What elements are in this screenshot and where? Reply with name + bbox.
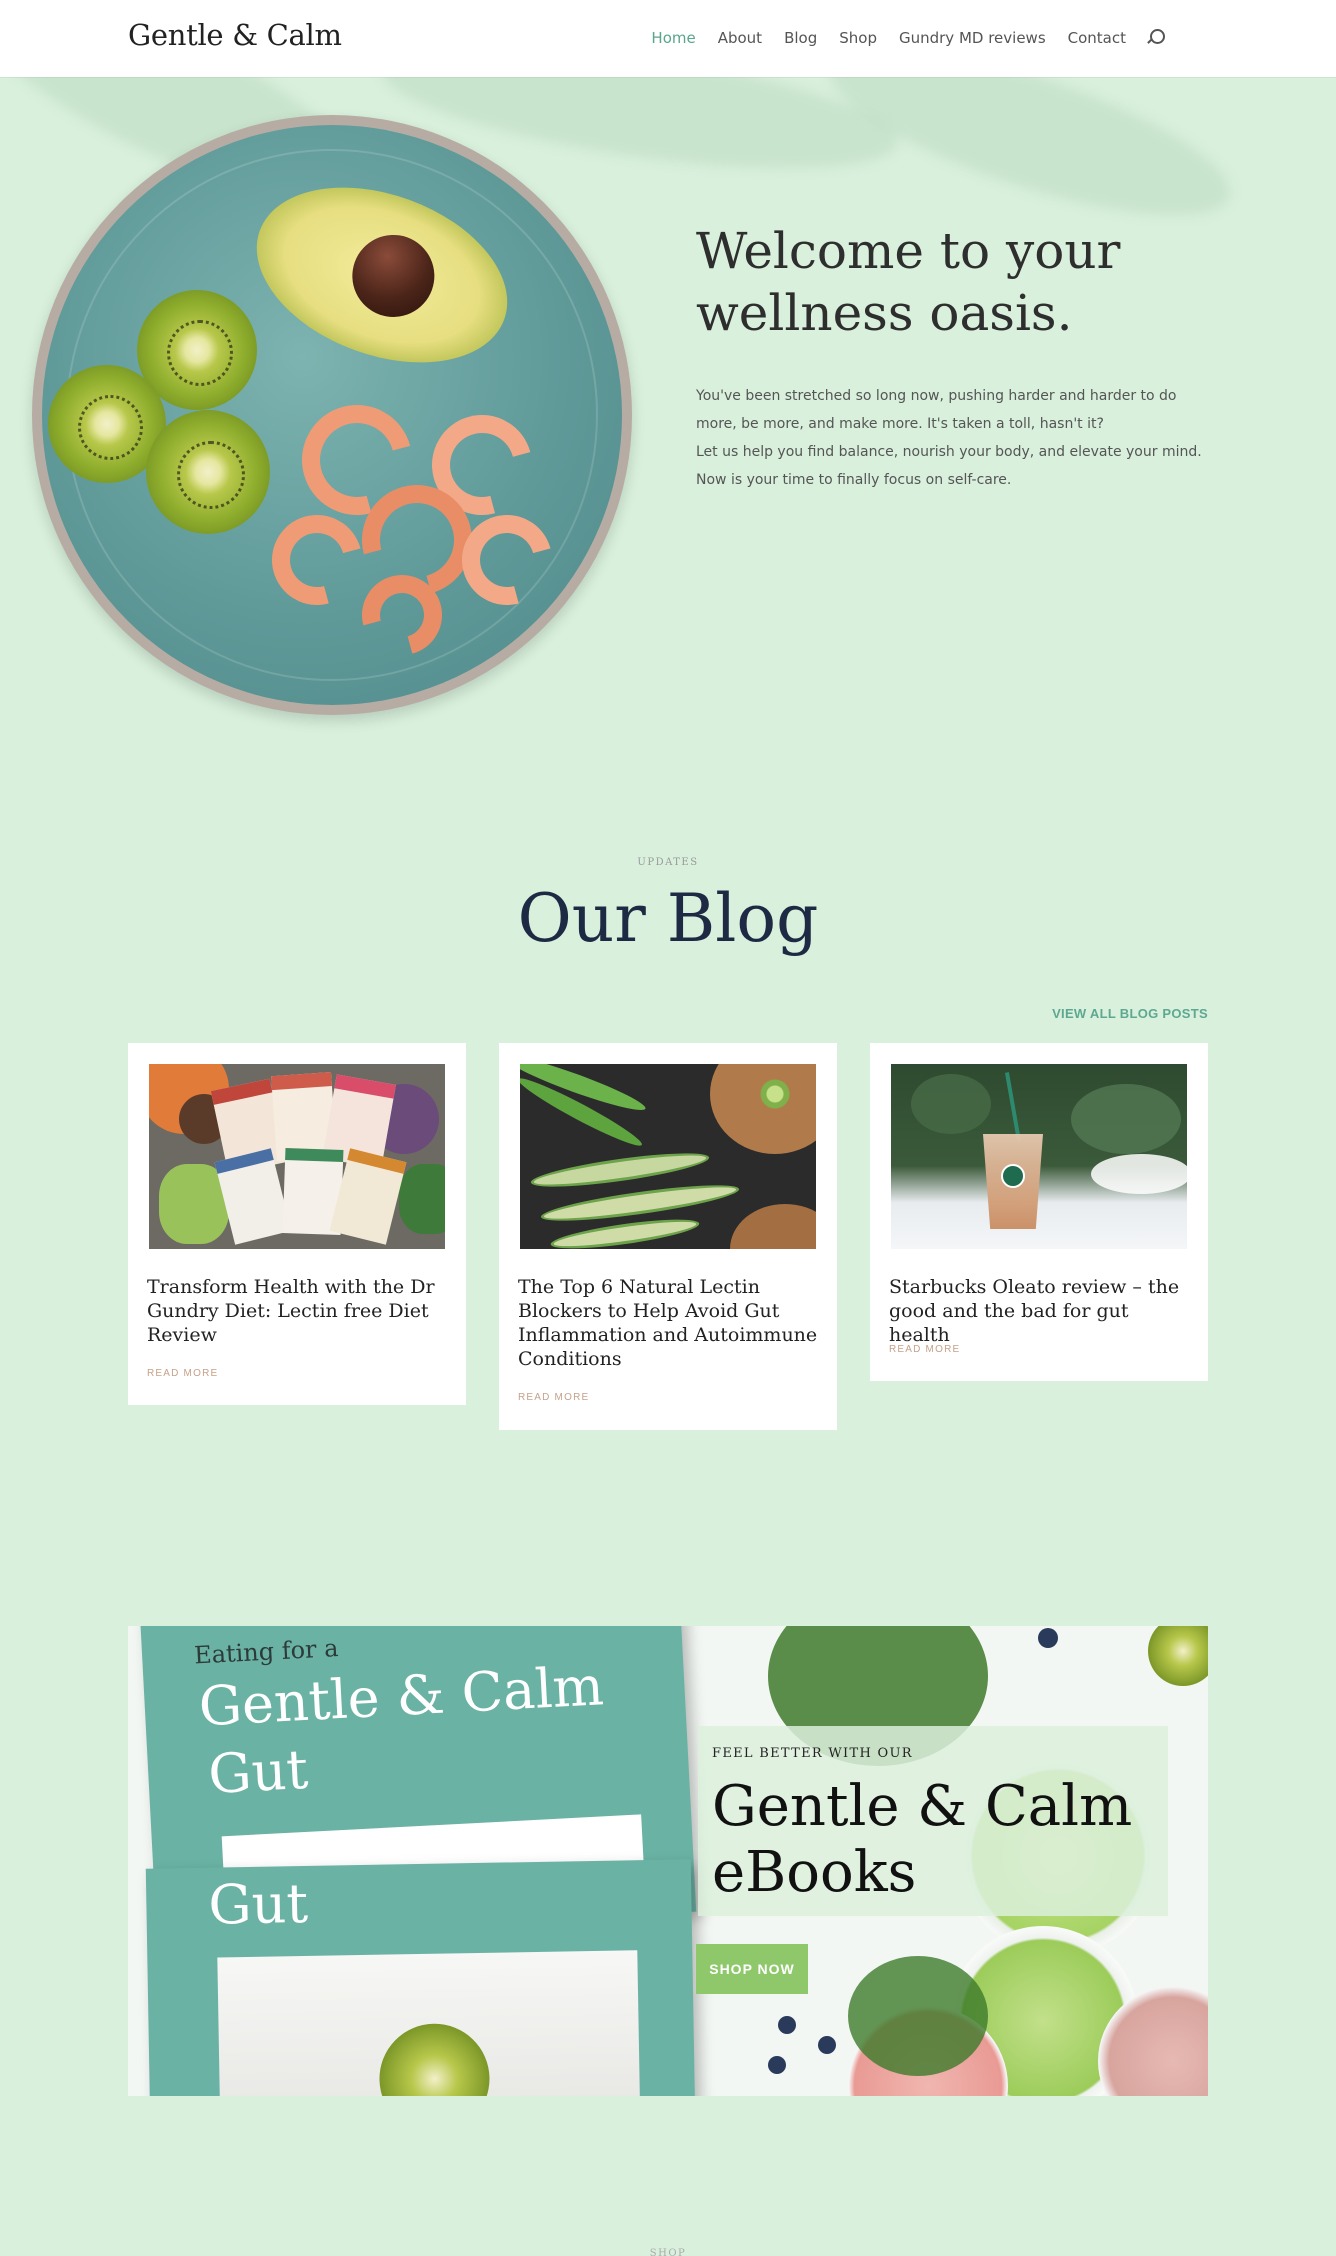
- shop-now-button[interactable]: SHOP NOW: [696, 1944, 808, 1994]
- ebook-cover-text: Eating for a: [193, 1634, 340, 1670]
- nav-shop[interactable]: Shop: [839, 29, 877, 47]
- site-header: Gentle & Calm Home About Blog Shop Gundr…: [0, 0, 1336, 77]
- shop-kicker: SHOP: [649, 2248, 687, 2256]
- ebook-cover: Gut: [145, 1859, 696, 2096]
- ebook-cover-text: Gentle & Calm: [197, 1654, 606, 1739]
- blueberry: [818, 2036, 836, 2054]
- nav-contact[interactable]: Contact: [1068, 29, 1126, 47]
- nav-gundry-md-reviews[interactable]: Gundry MD reviews: [899, 29, 1046, 47]
- nav-blog[interactable]: Blog: [784, 29, 817, 47]
- promo-kicker: FEEL BETTER WITH OUR: [712, 1746, 913, 1761]
- blog-thumbnail-books[interactable]: [149, 1064, 445, 1249]
- blog-post-title[interactable]: Starbucks Oleato review – the good and t…: [889, 1275, 1189, 1347]
- nav-home[interactable]: Home: [651, 29, 695, 47]
- food-plate-image: [32, 115, 632, 715]
- read-more-link[interactable]: READ MORE: [147, 1368, 218, 1379]
- view-all-blog-posts-link[interactable]: VIEW ALL BLOG POSTS: [1052, 1006, 1208, 1021]
- hero-title: Welcome to your wellness oasis.: [696, 222, 1121, 342]
- read-more-link[interactable]: READ MORE: [518, 1392, 589, 1403]
- hero-section: Welcome to your wellness oasis. You've b…: [0, 77, 1336, 807]
- blueberry: [1038, 1628, 1058, 1648]
- main-nav: Home About Blog Shop Gundry MD reviews C…: [651, 29, 1165, 47]
- blog-heading: Our Blog: [517, 880, 819, 957]
- blog-post-title[interactable]: Transform Health with the Dr Gundry Diet…: [147, 1275, 447, 1347]
- hero-text: Welcome to your wellness oasis. You've b…: [696, 220, 1216, 494]
- nav-about[interactable]: About: [718, 29, 762, 47]
- hero-paragraph-line: Let us help you find balance, nourish yo…: [696, 444, 1202, 488]
- kiwi-slice: [1148, 1626, 1208, 1686]
- blog-post-title[interactable]: The Top 6 Natural Lectin Blockers to Hel…: [518, 1275, 818, 1371]
- ebook-cover-text: Gut: [207, 1871, 309, 1937]
- blog-card[interactable]: The Top 6 Natural Lectin Blockers to Hel…: [499, 1043, 837, 1430]
- ebook-cover-text: Gut: [206, 1737, 310, 1806]
- site-logo[interactable]: Gentle & Calm: [128, 18, 342, 52]
- ebooks-promo-banner: Eating for a Gentle & Calm Gut Gut FEEL …: [128, 1626, 1208, 2096]
- hero-paragraph-line: You've been stretched so long now, pushi…: [696, 388, 1177, 432]
- spinach-leaf: [848, 1956, 988, 2076]
- promo-title: Gentle & Calm eBooks: [712, 1774, 1133, 1905]
- hero-paragraph: You've been stretched so long now, pushi…: [696, 382, 1216, 494]
- search-icon[interactable]: [1146, 29, 1165, 47]
- blog-card[interactable]: Starbucks Oleato review – the good and t…: [870, 1043, 1208, 1381]
- blog-thumbnail-okra[interactable]: [520, 1064, 816, 1249]
- blueberry: [778, 2016, 796, 2034]
- read-more-link[interactable]: READ MORE: [889, 1344, 960, 1355]
- kiwi-slice: [146, 410, 270, 534]
- blog-thumbnail-starbucks[interactable]: [891, 1064, 1187, 1249]
- blueberry: [768, 2056, 786, 2074]
- blog-card[interactable]: Transform Health with the Dr Gundry Diet…: [128, 1043, 466, 1405]
- blog-kicker: UPDATES: [637, 857, 699, 868]
